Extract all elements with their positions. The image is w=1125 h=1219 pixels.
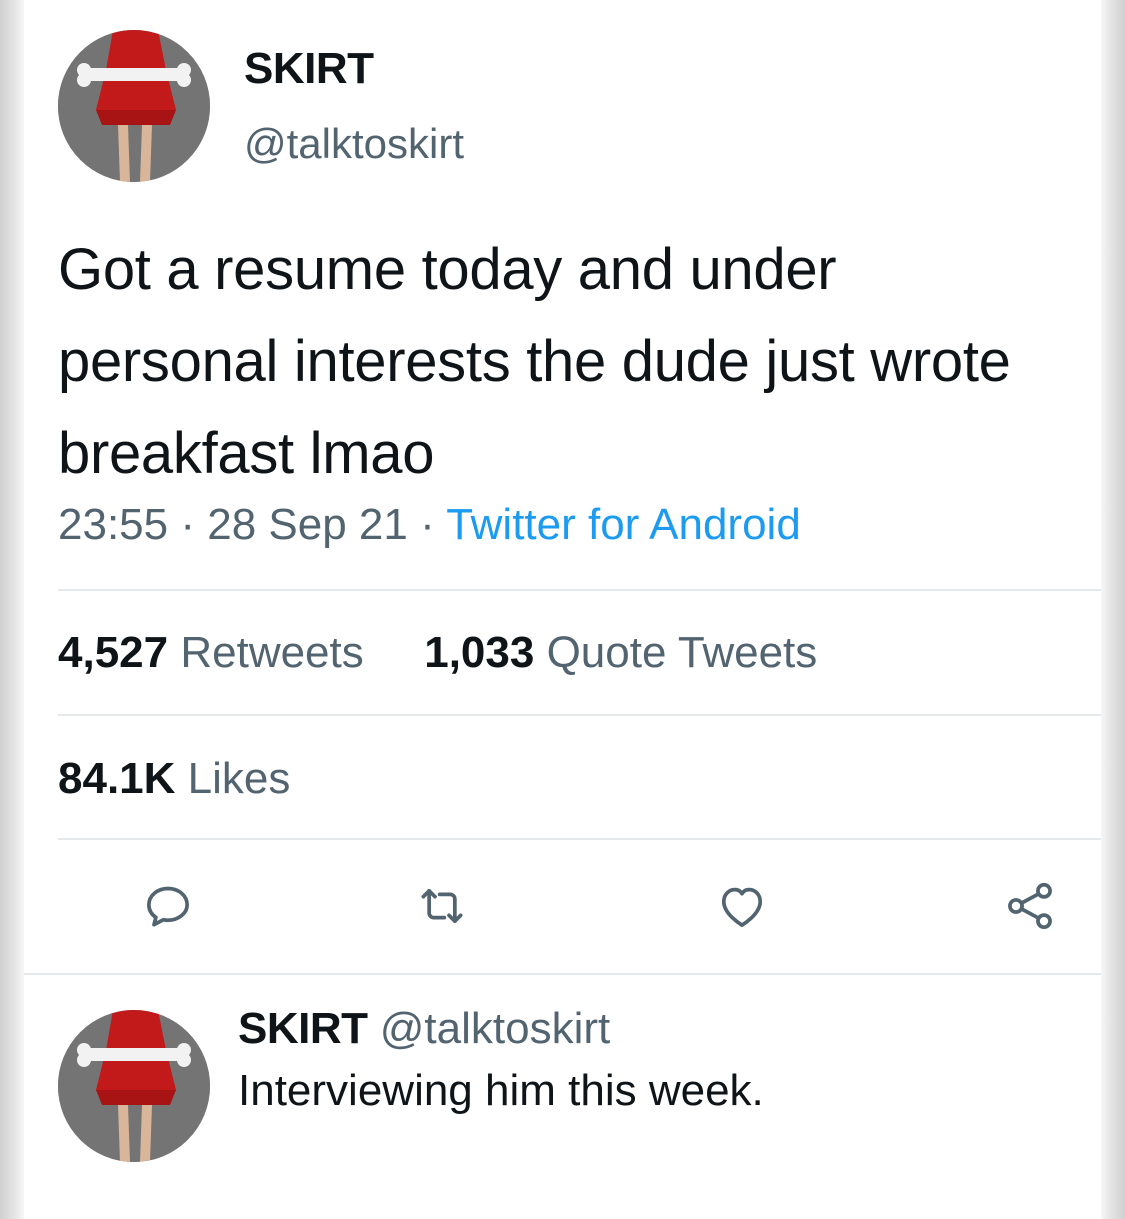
like-button[interactable]: [712, 876, 772, 936]
divider: [24, 973, 1101, 975]
quotes-label: Quote Tweets: [546, 628, 818, 677]
author-handle[interactable]: @talktoskirt: [244, 120, 464, 168]
right-edge-shadow: [1101, 0, 1125, 1219]
tweet-meta: 23:55 · 28 Sep 21 · Twitter for Android: [58, 500, 801, 550]
tweet-source-link[interactable]: Twitter for Android: [446, 500, 801, 549]
meta-separator: ·: [420, 500, 435, 549]
author-avatar[interactable]: [58, 30, 210, 182]
retweet-icon: [421, 888, 463, 924]
reply-author-avatar[interactable]: [58, 1010, 210, 1162]
tweet-text: Got a resume today and under personal in…: [58, 237, 1011, 486]
like-icon: [721, 887, 763, 927]
quotes-count: 1,033: [424, 628, 535, 677]
tweet-detail-screen: SKIRT @talktoskirt Got a resume today an…: [0, 0, 1125, 1219]
divider: [58, 589, 1101, 591]
reply-icon: [147, 886, 189, 927]
avatar-image: [58, 30, 210, 182]
meta-separator: ·: [180, 500, 195, 549]
likes-count: 84.1K: [58, 754, 176, 803]
reply-button[interactable]: [138, 876, 198, 936]
avatar-image: [58, 1010, 210, 1162]
divider: [58, 714, 1101, 716]
retweet-button[interactable]: [412, 876, 472, 936]
divider: [58, 838, 1101, 840]
tweet-time[interactable]: 23:55: [58, 500, 168, 549]
tweet-date[interactable]: 28 Sep 21: [207, 500, 408, 549]
share-icon: [1008, 882, 1052, 930]
reply-author-name[interactable]: SKIRT: [238, 1004, 368, 1053]
reply-text: Interviewing him this week.: [238, 1066, 764, 1115]
retweets-stat[interactable]: 4,527 Retweets: [58, 628, 376, 677]
likes-label: Likes: [187, 754, 291, 803]
retweets-count: 4,527: [58, 628, 169, 677]
engagement-stats: 4,527 Retweets 1,033 Quote Tweets: [58, 628, 817, 678]
author-display-name[interactable]: SKIRT: [244, 44, 374, 94]
reply-header: SKIRT @talktoskirt: [238, 1004, 610, 1054]
left-edge-shadow: [0, 0, 24, 1219]
likes-stat[interactable]: 84.1K Likes: [58, 754, 290, 804]
share-button[interactable]: [1000, 876, 1060, 936]
retweets-label: Retweets: [180, 628, 364, 677]
reply-author-handle[interactable]: @talktoskirt: [380, 1004, 610, 1053]
quotes-stat[interactable]: 1,033 Quote Tweets: [424, 628, 817, 677]
